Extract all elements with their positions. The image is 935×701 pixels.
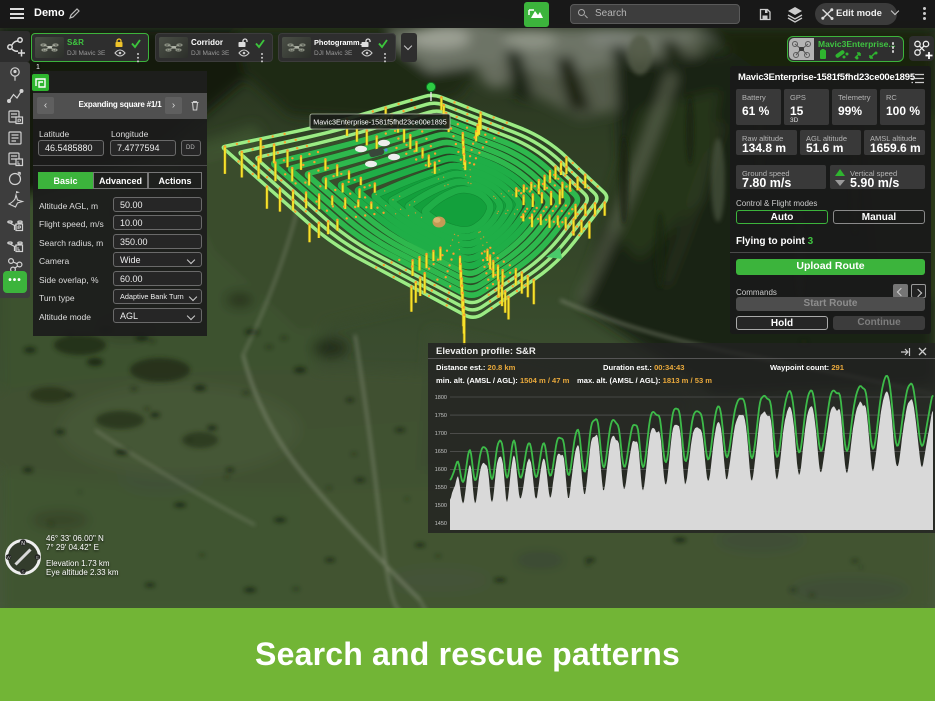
svg-text:N: N <box>21 541 25 547</box>
svg-text:1500: 1500 <box>435 503 447 509</box>
svg-text:1650: 1650 <box>435 449 447 455</box>
svg-text:S: S <box>21 570 24 575</box>
svg-text:1550: 1550 <box>435 485 447 491</box>
svg-text:1800: 1800 <box>435 395 447 401</box>
svg-text:Mavic3Enterprise-1581f5fhd23ce: Mavic3Enterprise-1581f5fhd23ce00e1895 <box>313 118 446 127</box>
svg-text:1700: 1700 <box>435 431 447 437</box>
svg-text:1600: 1600 <box>435 467 447 473</box>
svg-text:1750: 1750 <box>435 413 447 419</box>
svg-text:E: E <box>36 555 39 560</box>
svg-text:1450: 1450 <box>435 521 447 527</box>
